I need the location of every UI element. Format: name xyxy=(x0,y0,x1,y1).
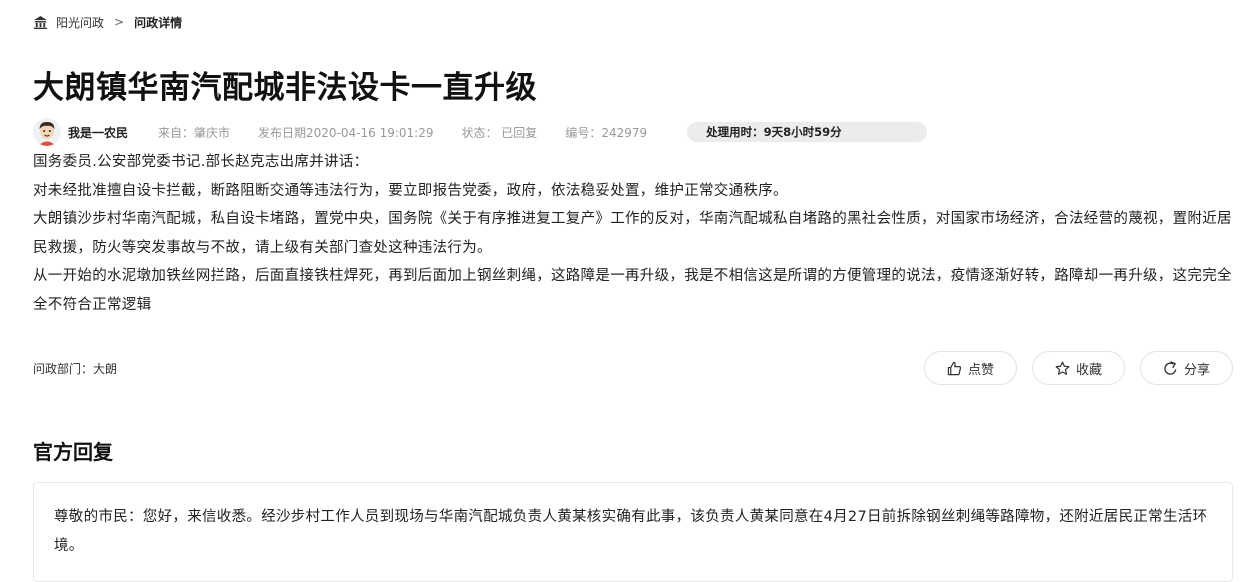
post-paragraph: 国务委员.公安部党委书记.部长赵克志出席并讲话： xyxy=(33,154,369,170)
like-label: 点赞 xyxy=(967,362,994,378)
favorite-button[interactable]: 收藏 xyxy=(1032,351,1125,385)
breadcrumb-current: 问政详情 xyxy=(134,15,183,30)
star-icon xyxy=(1055,361,1070,375)
post-date: 发布日期2020-04-16 19:01:29 xyxy=(258,125,434,140)
post-paragraph: 对未经批准擅自设卡拦截，断路阻断交通等违法行为，要立即报告党委，政府，依法稳妥处… xyxy=(33,182,788,199)
official-reply-text: 尊敬的市民：您好，来信收悉。经沙步村工作人员到现场与华南汽配城负责人黄某核实确有… xyxy=(54,509,1208,554)
share-button[interactable]: 分享 xyxy=(1140,351,1233,385)
post-source: 来自：肇庆市 xyxy=(158,125,231,140)
processing-time-value: 9天8小时59分 xyxy=(763,125,842,139)
processing-time-label: 处理用时： xyxy=(706,125,764,139)
post-number: 编号：242979 xyxy=(565,125,648,140)
favorite-label: 收藏 xyxy=(1075,362,1102,378)
breadcrumb-home-link[interactable]: 阳光问政 xyxy=(56,14,104,31)
breadcrumb-separator: > xyxy=(114,15,125,29)
post-actions: 点赞 收藏 分享 xyxy=(924,351,1233,385)
share-icon xyxy=(1164,360,1177,375)
post-content: 国务委员.公安部党委书记.部长赵克志出席并讲话： 对未经批准擅自设卡拦截，断路阻… xyxy=(33,148,1233,319)
official-reply-heading: 官方回复 xyxy=(33,440,113,464)
breadcrumb: 阳光问政 > 问政详情 xyxy=(33,13,182,31)
post-meta: 我是一农民 来自：肇庆市 发布日期2020-04-16 19:01:29 状态：… xyxy=(33,117,928,147)
post-paragraph: 从一开始的水泥墩加铁丝网拦路，后面直接铁柱焊死，再到后面加上钢丝刺绳，这路障是一… xyxy=(33,268,1232,313)
post-paragraph: 大朗镇沙步村华南汽配城，私自设卡堵路，置党中央，国务院《关于有序推进复工复产》工… xyxy=(33,211,1232,256)
avatar[interactable] xyxy=(33,118,61,146)
page-title: 大朗镇华南汽配城非法设卡一直升级 xyxy=(33,70,537,106)
processing-time-badge: 处理用时： 9天8小时59分 xyxy=(687,122,928,142)
post-status: 状态： 已回复 xyxy=(461,125,538,140)
share-label: 分享 xyxy=(1183,362,1210,378)
thumbs-up-icon xyxy=(947,361,962,375)
home-icon[interactable] xyxy=(33,15,48,30)
like-button[interactable]: 点赞 xyxy=(924,351,1017,385)
official-reply-box: 尊敬的市民：您好，来信收悉。经沙步村工作人员到现场与华南汽配城负责人黄某核实确有… xyxy=(33,482,1233,582)
department-label: 问政部门：大朗 xyxy=(33,362,118,376)
author-name[interactable]: 我是一农民 xyxy=(68,124,128,141)
